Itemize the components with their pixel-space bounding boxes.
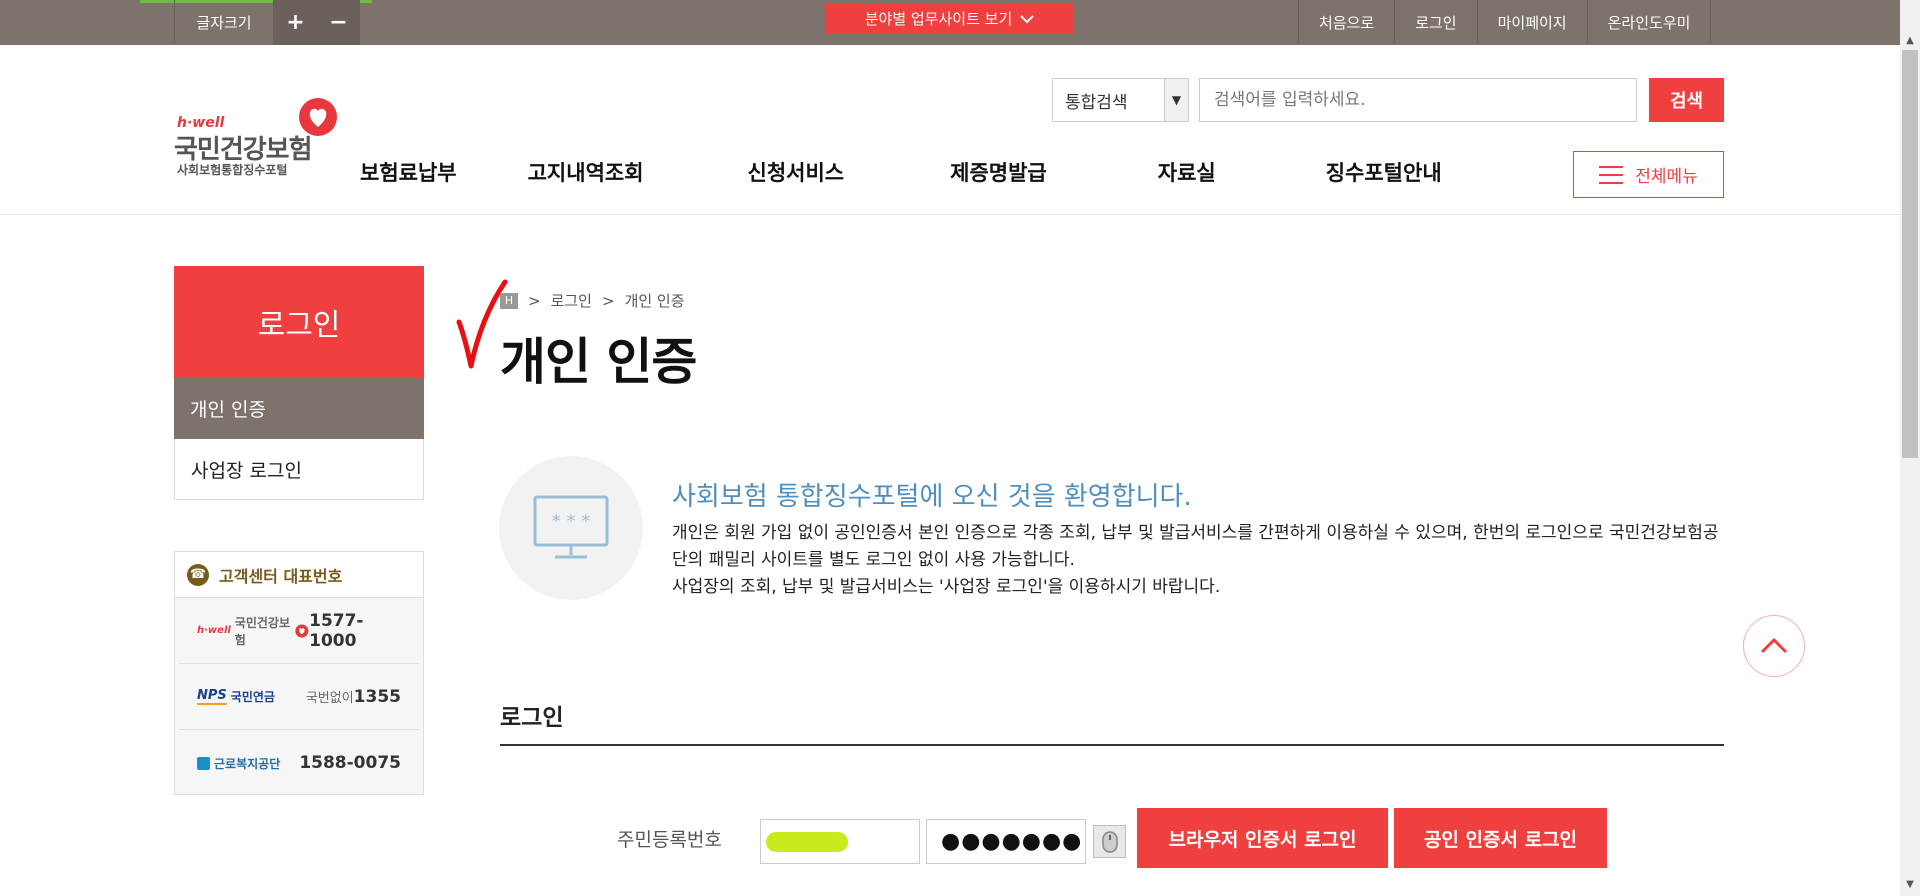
cs-org-name: 국민건강보험 bbox=[234, 615, 290, 647]
cs-number-kcomwel: 1588-0075 bbox=[299, 753, 401, 773]
font-decrease-button[interactable]: − bbox=[317, 0, 360, 45]
site-dropdown-button[interactable]: 분야별 업무사이트 보기 bbox=[825, 3, 1074, 34]
welcome-heading: 사회보험 통합징수포털에 오신 것을 환영합니다. bbox=[672, 482, 1192, 512]
heart-logo-icon bbox=[299, 98, 337, 136]
cs-org-brand: NPS bbox=[197, 688, 227, 705]
ssn-front-input[interactable] bbox=[760, 819, 920, 864]
nav-premium-payment[interactable]: 보험료납부 bbox=[360, 157, 457, 187]
section-divider bbox=[500, 744, 1724, 746]
search-input[interactable] bbox=[1199, 78, 1637, 122]
highlight-mark bbox=[766, 832, 848, 852]
intro-paragraph-2: 사업장의 조회, 납부 및 발급서비스는 '사업장 로그인'을 이용하시기 바랍… bbox=[672, 577, 1221, 597]
utility-links: 처음으로 로그인 마이페이지 온라인도우미 bbox=[1298, 0, 1712, 45]
intro-text: 개인은 회원 가입 없이 공인인증서 본인 인증으로 각종 조회, 납부 및 발… bbox=[672, 520, 1727, 601]
cs-row-nhis: h·well 국민건강보험 1577-1000 bbox=[179, 598, 419, 664]
phone-icon: ☎ bbox=[187, 563, 209, 586]
heart-logo-icon bbox=[295, 624, 309, 637]
top-utility-bar: 글자크기 + − 분야별 업무사이트 보기 처음으로 로그인 마이페이지 온라인… bbox=[0, 0, 1900, 45]
ssn-label: 주민등록번호 bbox=[617, 829, 722, 851]
page-scrollbar[interactable]: ▲ ▼ bbox=[1900, 0, 1920, 896]
cs-org-nhis: h·well 국민건강보험 bbox=[197, 614, 309, 648]
all-menu-label: 전체메뉴 bbox=[1635, 167, 1698, 187]
breadcrumb: H > 로그인 > 개인 인증 bbox=[500, 290, 685, 311]
link-login[interactable]: 로그인 bbox=[1394, 0, 1476, 45]
scroll-to-top-button[interactable] bbox=[1743, 615, 1805, 677]
nav-resources[interactable]: 자료실 bbox=[1158, 157, 1216, 187]
link-home[interactable]: 처음으로 bbox=[1298, 0, 1394, 45]
mouse-icon bbox=[1101, 830, 1118, 853]
cs-number-nps: 국번없이1355 bbox=[306, 687, 401, 707]
cs-org-kcomwel: 근로복지공단 bbox=[197, 755, 280, 772]
cs-org-name: 근로복지공단 bbox=[214, 756, 281, 771]
cs-row-kcomwel: 근로복지공단 1588-0075 bbox=[179, 730, 419, 796]
login-section-title: 로그인 bbox=[500, 705, 564, 731]
font-increase-button[interactable]: + bbox=[274, 0, 317, 45]
hamburger-icon bbox=[1599, 165, 1624, 184]
sidebar-title: 로그인 bbox=[174, 266, 424, 378]
breadcrumb-item[interactable]: 로그인 bbox=[551, 290, 592, 311]
sidebar-item-business-login[interactable]: 사업장 로그인 bbox=[174, 439, 424, 500]
search-scope-select[interactable]: 통합검색 ▼ bbox=[1052, 78, 1189, 122]
cs-org-name: 국민연금 bbox=[230, 690, 275, 704]
customer-center-header: ☎ 고객센터 대표번호 bbox=[175, 552, 423, 598]
svg-text:* * *: * * * bbox=[552, 511, 590, 532]
scrollbar-thumb[interactable] bbox=[1902, 50, 1918, 458]
global-nav: 보험료납부 고지내역조회 신청서비스 제증명발급 자료실 징수포털안내 bbox=[340, 157, 1442, 187]
site-dropdown-label: 분야별 업무사이트 보기 bbox=[864, 10, 1013, 28]
chevron-up-icon bbox=[1760, 637, 1788, 654]
font-size-label: 글자크기 bbox=[174, 0, 274, 45]
page-title: 개인 인증 bbox=[500, 333, 697, 391]
all-menu-button[interactable]: 전체메뉴 bbox=[1573, 151, 1724, 198]
cs-row-nps: NPS 국민연금 국번없이1355 bbox=[179, 664, 419, 730]
logo-subtitle: 사회보험통합징수포털 bbox=[177, 163, 288, 177]
public-cert-login-button[interactable]: 공인 인증서 로그인 bbox=[1394, 808, 1607, 868]
monitor-password-icon: * * * bbox=[533, 495, 609, 559]
font-size-control: 글자크기 + − bbox=[174, 0, 360, 45]
nav-portal-guide[interactable]: 징수포털안내 bbox=[1326, 157, 1442, 187]
search-button[interactable]: 검색 bbox=[1649, 78, 1724, 122]
link-online-help[interactable]: 온라인도우미 bbox=[1586, 0, 1712, 45]
breadcrumb-separator: > bbox=[528, 291, 541, 310]
browser-cert-login-button[interactable]: 브라우저 인증서 로그인 bbox=[1137, 808, 1388, 868]
nav-application-service[interactable]: 신청서비스 bbox=[748, 157, 845, 187]
cs-number-prefix: 국번없이 bbox=[305, 690, 354, 706]
cs-org-brand: h·well bbox=[197, 625, 231, 636]
sidebar-item-personal-auth[interactable]: 개인 인증 bbox=[174, 378, 424, 439]
site-logo[interactable]: h·well 국민건강보험 사회보험통합징수포털 bbox=[174, 97, 344, 177]
site-header: h·well 국민건강보험 사회보험통합징수포털 통합검색 ▼ 검색 보험료납부… bbox=[0, 45, 1900, 215]
kcomwel-logo-icon bbox=[197, 756, 210, 770]
home-icon[interactable]: H bbox=[500, 292, 518, 309]
intro-icon-circle: * * * bbox=[499, 456, 643, 600]
cs-number-value: 1355 bbox=[353, 686, 401, 707]
nav-notice-inquiry[interactable]: 고지내역조회 bbox=[528, 157, 644, 187]
breadcrumb-item[interactable]: 개인 인증 bbox=[625, 290, 685, 311]
breadcrumb-separator: > bbox=[601, 291, 615, 310]
cs-org-nps: NPS 국민연금 bbox=[197, 688, 275, 705]
scroll-down-arrow[interactable]: ▼ bbox=[1900, 874, 1920, 894]
ssn-back-input[interactable]: ●●●●●●● bbox=[926, 819, 1086, 864]
chevron-down-icon bbox=[1020, 14, 1034, 23]
link-mypage[interactable]: 마이페이지 bbox=[1476, 0, 1587, 45]
search-scope-value: 통합검색 bbox=[1065, 92, 1128, 113]
mouse-input-button[interactable] bbox=[1093, 825, 1126, 858]
customer-center-title: 고객센터 대표번호 bbox=[219, 566, 343, 586]
scroll-up-arrow[interactable]: ▲ bbox=[1900, 30, 1920, 50]
nav-certificate-issue[interactable]: 제증명발급 bbox=[950, 157, 1047, 187]
select-arrow-icon: ▼ bbox=[1164, 79, 1188, 121]
cs-number-nhis: 1577-1000 bbox=[309, 610, 364, 651]
intro-paragraph-1: 개인은 회원 가입 없이 공인인증서 본인 인증으로 각종 조회, 납부 및 발… bbox=[672, 523, 1719, 570]
customer-center-box: ☎ 고객센터 대표번호 h·well 국민건강보험 1577-1000 NPS … bbox=[174, 551, 424, 795]
